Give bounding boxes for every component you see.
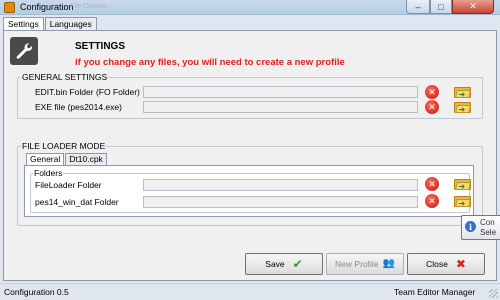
browse-edit-bin-button[interactable]: ➜ bbox=[452, 85, 472, 99]
clear-x-icon: ✕ bbox=[425, 100, 439, 114]
tab-dt10-cpk[interactable]: Dt10.cpk bbox=[65, 153, 107, 165]
app-icon bbox=[4, 2, 15, 13]
browse-folder-icon: ➜ bbox=[453, 86, 471, 99]
info-icon: i bbox=[465, 221, 476, 232]
pes14-dat-folder-field[interactable] bbox=[143, 196, 418, 208]
clear-pes14-dat-folder-button[interactable]: ✕ bbox=[424, 194, 440, 208]
check-icon: ✔ bbox=[292, 257, 303, 271]
clear-x-icon: ✕ bbox=[425, 85, 439, 99]
pes14-dat-folder-label: pes14_win_dat Folder bbox=[35, 197, 119, 207]
browse-fileloader-folder-button[interactable]: ➜ bbox=[452, 177, 472, 191]
credit-label: Team Editor Manager bbox=[394, 287, 476, 297]
general-settings-title: GENERAL SETTINGS bbox=[21, 72, 109, 82]
maximize-button[interactable]: □ bbox=[430, 0, 452, 14]
new-profile-label: New Profile bbox=[335, 259, 379, 269]
clear-edit-bin-button[interactable]: ✕ bbox=[424, 85, 440, 99]
browse-pes14-dat-folder-button[interactable]: ➜ bbox=[452, 194, 472, 208]
folders-title: Folders bbox=[33, 168, 64, 178]
tab-languages[interactable]: Languages bbox=[44, 17, 97, 30]
fileloader-folder-field[interactable] bbox=[143, 179, 418, 191]
window-close-button[interactable]: ✕ bbox=[452, 0, 494, 14]
save-button[interactable]: Save ✔ bbox=[245, 253, 323, 275]
clear-exe-file-button[interactable]: ✕ bbox=[424, 100, 440, 114]
window-controls: – □ ✕ bbox=[406, 0, 494, 14]
wrench-icon bbox=[10, 37, 38, 65]
version-label: Configuration 0.5 bbox=[4, 287, 69, 297]
browse-folder-icon: ➜ bbox=[453, 178, 471, 191]
tab-settings[interactable]: Settings bbox=[3, 17, 44, 31]
edit-bin-label: EDIT.bin Folder (FO Folder) bbox=[35, 87, 140, 97]
page-title: SETTINGS bbox=[75, 41, 126, 52]
close-label: Close bbox=[426, 259, 448, 269]
new-profile-button[interactable]: New Profile 👥 bbox=[326, 253, 404, 275]
warning-message: if you change any files, you will need t… bbox=[75, 57, 345, 68]
browse-folder-icon: ➜ bbox=[453, 195, 471, 208]
clear-x-icon: ✕ bbox=[425, 194, 439, 208]
file-loader-tabstrip: General Dt10.cpk bbox=[26, 153, 108, 166]
exe-file-field[interactable] bbox=[143, 101, 418, 113]
tooltip-text: Sele bbox=[480, 228, 497, 237]
fileloader-folder-label: FileLoader Folder bbox=[35, 180, 102, 190]
browse-folder-icon: ➜ bbox=[453, 101, 471, 114]
background-window-menu: File Options bbox=[70, 3, 108, 10]
minimize-button[interactable]: – bbox=[406, 0, 430, 14]
main-tabstrip: Settings Languages bbox=[3, 17, 98, 31]
clear-fileloader-folder-button[interactable]: ✕ bbox=[424, 177, 440, 191]
exe-file-label: EXE file (pes2014.exe) bbox=[35, 102, 122, 112]
window-title: Configuration bbox=[20, 2, 74, 12]
tooltip-title: Con bbox=[480, 218, 495, 227]
close-x-icon: ✖ bbox=[455, 257, 466, 271]
people-icon: 👥 bbox=[382, 258, 395, 269]
close-button[interactable]: Close ✖ bbox=[407, 253, 485, 275]
resize-grip[interactable] bbox=[489, 289, 498, 298]
save-label: Save bbox=[265, 259, 285, 269]
file-loader-title: FILE LOADER MODE bbox=[21, 141, 107, 151]
edit-bin-field[interactable] bbox=[143, 86, 418, 98]
browse-exe-file-button[interactable]: ➜ bbox=[452, 100, 472, 114]
clear-x-icon: ✕ bbox=[425, 177, 439, 191]
